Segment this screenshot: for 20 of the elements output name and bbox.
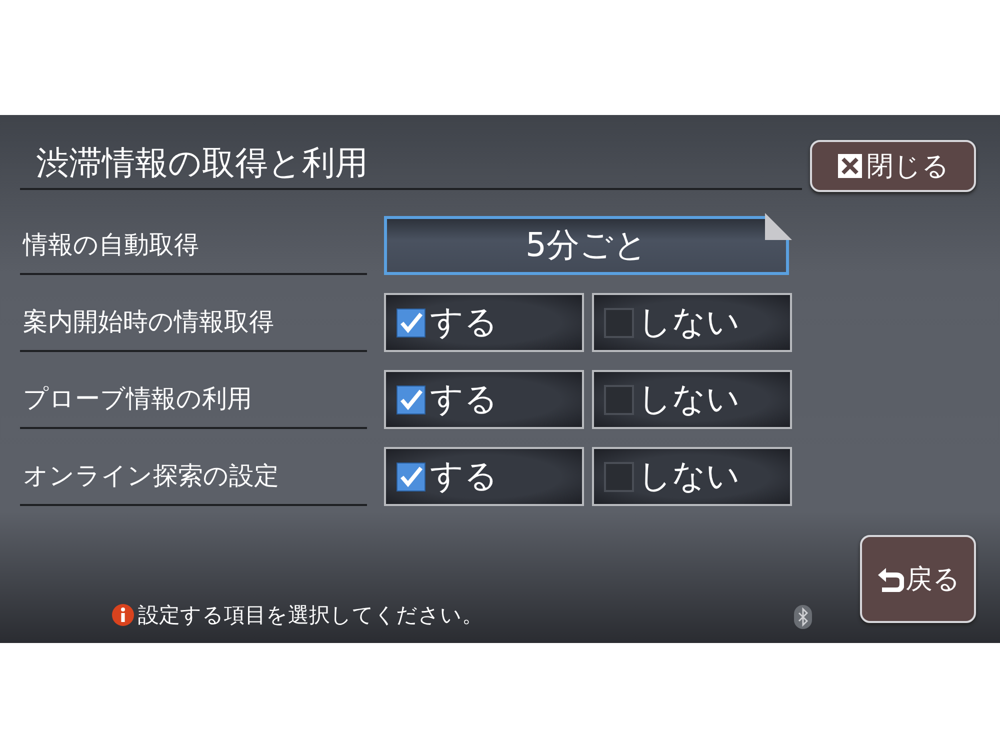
setting-label: オンライン探索の設定 — [20, 447, 367, 506]
close-button[interactable]: 閉じる — [810, 140, 976, 192]
corner-fold-icon — [765, 213, 792, 240]
back-button[interactable]: 戻る — [860, 535, 976, 623]
info-icon — [112, 604, 134, 626]
option-button[interactable]: する — [384, 293, 584, 352]
close-icon — [836, 153, 862, 179]
option-button[interactable]: する — [384, 447, 584, 506]
setting-label: プローブ情報の利用 — [20, 370, 367, 429]
setting-label: 情報の自動取得 — [20, 216, 367, 275]
option-button[interactable]: しない — [592, 370, 792, 429]
option-button[interactable]: しない — [592, 293, 792, 352]
dropdown-button[interactable]: 5分ごと — [384, 216, 789, 275]
option-button[interactable]: する — [384, 370, 584, 429]
return-arrow-icon — [876, 566, 904, 592]
bluetooth-icon — [794, 605, 812, 629]
option-button[interactable]: しない — [592, 447, 792, 506]
screen-title: 渋滞情報の取得と利用 — [20, 140, 802, 190]
status-message: 設定する項目を選択してください。 — [138, 602, 483, 629]
setting-label: 案内開始時の情報取得 — [20, 293, 367, 352]
